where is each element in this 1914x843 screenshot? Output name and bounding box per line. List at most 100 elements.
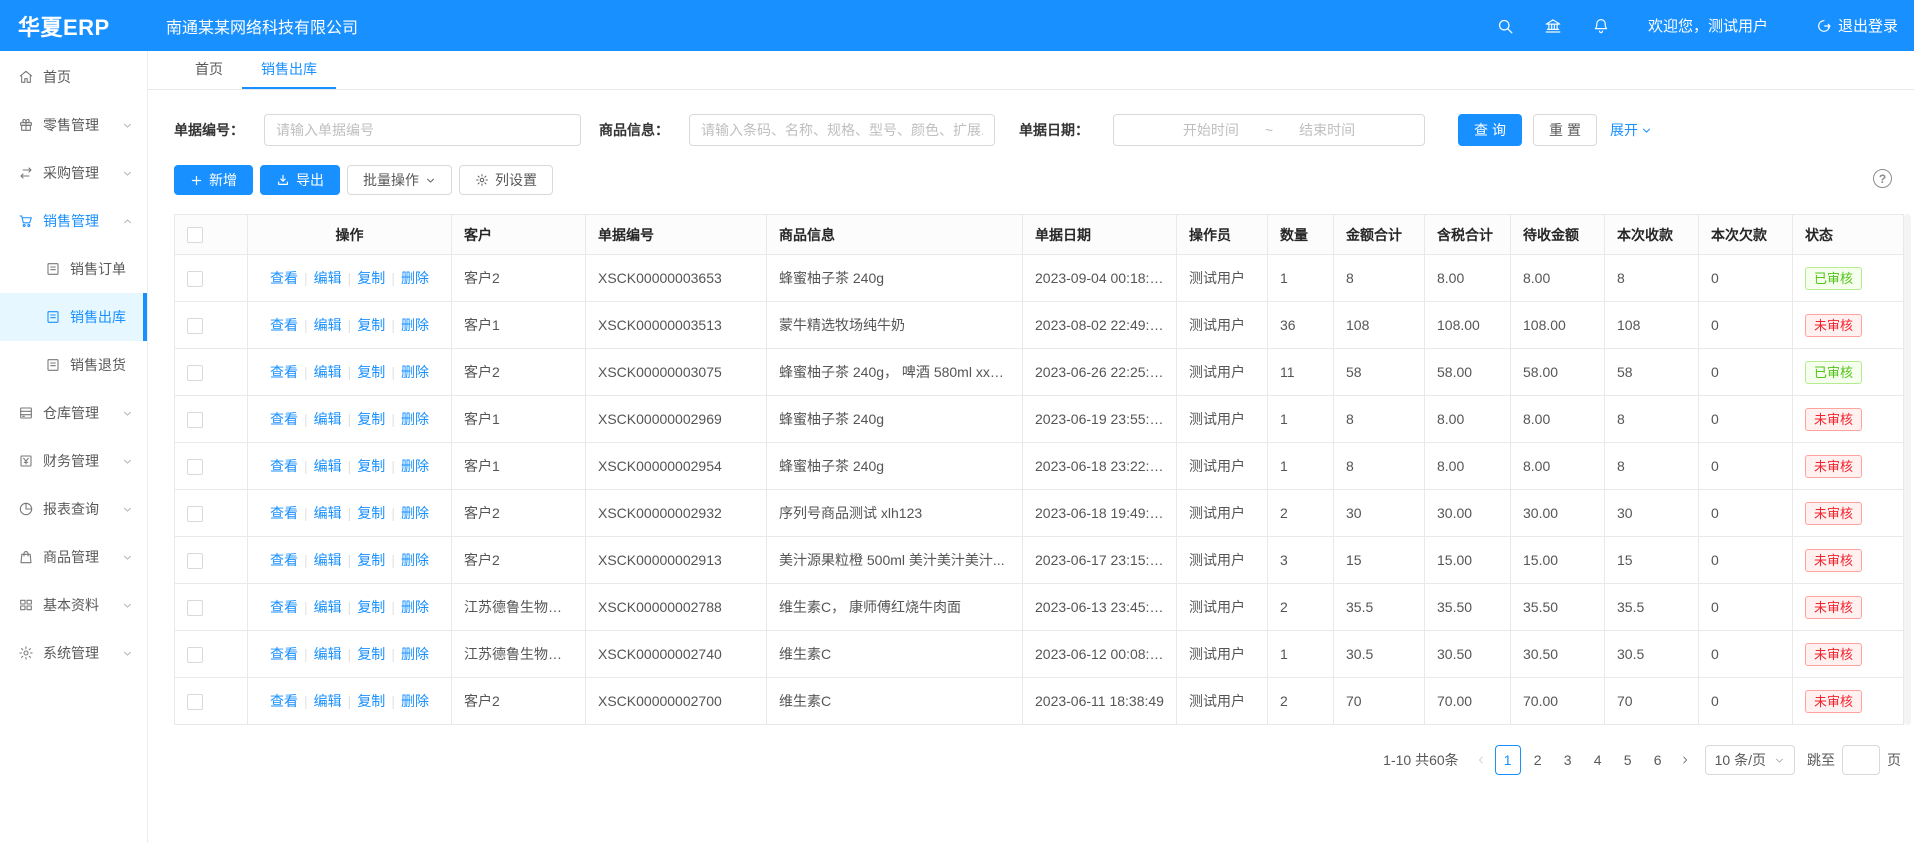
row-checkbox[interactable] [187, 271, 203, 287]
row-action-edit[interactable]: 编辑 [314, 458, 342, 474]
row-checkbox[interactable] [187, 647, 203, 663]
bill-no-input[interactable] [264, 114, 581, 146]
row-checkbox[interactable] [187, 506, 203, 522]
row-action-delete[interactable]: 删除 [401, 693, 429, 709]
row-action-edit[interactable]: 编辑 [314, 599, 342, 615]
row-action-view[interactable]: 查看 [270, 458, 298, 474]
expand-link[interactable]: 展开 [1610, 120, 1652, 140]
tab-0[interactable]: 首页 [176, 51, 242, 89]
sidebar-item-warehouse[interactable]: 仓库管理 [0, 389, 147, 437]
row-action-edit[interactable]: 编辑 [314, 505, 342, 521]
row-action-delete[interactable]: 删除 [401, 317, 429, 333]
sidebar-item-purchase[interactable]: 采购管理 [0, 149, 147, 197]
reset-button[interactable]: 重置 [1533, 114, 1597, 146]
search-icon[interactable] [1496, 17, 1514, 35]
date-separator: ~ [1265, 122, 1273, 138]
row-action-copy[interactable]: 复制 [357, 411, 385, 427]
vertical-scrollbar[interactable] [1904, 214, 1911, 725]
row-action-delete[interactable]: 删除 [401, 505, 429, 521]
cell-receivable: 30.50 [1511, 631, 1605, 678]
sidebar-item-sales[interactable]: 销售管理 [0, 197, 147, 245]
row-action-edit[interactable]: 编辑 [314, 411, 342, 427]
row-action-edit[interactable]: 编辑 [314, 552, 342, 568]
cell-operator: 测试用户 [1177, 678, 1268, 725]
row-action-copy[interactable]: 复制 [357, 505, 385, 521]
row-action-delete[interactable]: 删除 [401, 411, 429, 427]
sidebar-item-home[interactable]: 首页 [0, 53, 147, 101]
row-action-view[interactable]: 查看 [270, 317, 298, 333]
row-action-delete[interactable]: 删除 [401, 364, 429, 380]
next-page-button[interactable] [1673, 745, 1697, 775]
row-action-copy[interactable]: 复制 [357, 364, 385, 380]
row-action-copy[interactable]: 复制 [357, 646, 385, 662]
row-action-view[interactable]: 查看 [270, 646, 298, 662]
page-number-5[interactable]: 5 [1615, 745, 1641, 775]
row-checkbox[interactable] [187, 412, 203, 428]
row-checkbox[interactable] [187, 365, 203, 381]
row-action-edit[interactable]: 编辑 [314, 364, 342, 380]
row-action-copy[interactable]: 复制 [357, 458, 385, 474]
sidebar-item-retail[interactable]: 零售管理 [0, 101, 147, 149]
row-action-view[interactable]: 查看 [270, 693, 298, 709]
row-action-delete[interactable]: 删除 [401, 552, 429, 568]
row-action-delete[interactable]: 删除 [401, 599, 429, 615]
page-number-3[interactable]: 3 [1555, 745, 1581, 775]
row-action-view[interactable]: 查看 [270, 270, 298, 286]
sidebar-item-system[interactable]: 系统管理 [0, 629, 147, 677]
cell-operator: 测试用户 [1177, 490, 1268, 537]
row-action-edit[interactable]: 编辑 [314, 270, 342, 286]
batch-actions-button[interactable]: 批量操作 [347, 165, 452, 195]
select-all-checkbox[interactable] [187, 227, 203, 243]
row-checkbox-cell [175, 396, 248, 443]
column-settings-button[interactable]: 列设置 [459, 165, 553, 195]
bill-date-range-picker[interactable]: 开始时间 ~ 结束时间 [1113, 114, 1425, 146]
row-action-view[interactable]: 查看 [270, 364, 298, 380]
bell-icon[interactable] [1592, 17, 1610, 35]
row-action-edit[interactable]: 编辑 [314, 317, 342, 333]
sidebar-item-finance[interactable]: 财务管理 [0, 437, 147, 485]
row-action-copy[interactable]: 复制 [357, 693, 385, 709]
sidebar-item-product[interactable]: 商品管理 [0, 533, 147, 581]
row-action-copy[interactable]: 复制 [357, 317, 385, 333]
row-action-view[interactable]: 查看 [270, 411, 298, 427]
row-action-view[interactable]: 查看 [270, 552, 298, 568]
sidebar-item-sales-return[interactable]: 销售退货 [0, 341, 147, 389]
row-action-view[interactable]: 查看 [270, 505, 298, 521]
page-number-2[interactable]: 2 [1525, 745, 1551, 775]
sidebar-item-report[interactable]: 报表查询 [0, 485, 147, 533]
row-action-view[interactable]: 查看 [270, 599, 298, 615]
row-action-delete[interactable]: 删除 [401, 270, 429, 286]
row-checkbox[interactable] [187, 694, 203, 710]
row-checkbox[interactable] [187, 459, 203, 475]
prev-page-button[interactable] [1469, 745, 1493, 775]
sidebar-item-basic[interactable]: 基本资料 [0, 581, 147, 629]
platform-bank-icon[interactable] [1544, 17, 1562, 35]
cell-receivable: 35.50 [1511, 584, 1605, 631]
row-action-edit[interactable]: 编辑 [314, 646, 342, 662]
logout-button[interactable]: 退出登录 [1816, 15, 1898, 36]
jump-page-input[interactable] [1842, 745, 1880, 775]
row-action-delete[interactable]: 删除 [401, 458, 429, 474]
row-checkbox[interactable] [187, 318, 203, 334]
help-icon[interactable]: ? [1873, 169, 1892, 188]
main-panel: 首页销售出库 单据编号： 商品信息： 单据日期： 开始时间 ~ 结束时间 查询 … [148, 51, 1914, 843]
row-action-edit[interactable]: 编辑 [314, 693, 342, 709]
table-row: 查看|编辑|复制|删除客户2XSCK00000002700维生素C2023-06… [175, 678, 1904, 725]
row-checkbox[interactable] [187, 553, 203, 569]
search-button[interactable]: 查询 [1458, 114, 1522, 146]
sidebar-item-sales-out[interactable]: 销售出库 [0, 293, 147, 341]
export-button[interactable]: 导出 [260, 165, 340, 195]
add-button[interactable]: 新增 [174, 165, 253, 195]
page-size-select[interactable]: 10 条/页 [1705, 745, 1795, 775]
row-action-copy[interactable]: 复制 [357, 270, 385, 286]
sidebar-item-sales-order[interactable]: 销售订单 [0, 245, 147, 293]
row-action-copy[interactable]: 复制 [357, 552, 385, 568]
row-action-copy[interactable]: 复制 [357, 599, 385, 615]
tab-active1[interactable]: 销售出库 [242, 51, 336, 89]
page-number-6[interactable]: 6 [1645, 745, 1671, 775]
page-number-4[interactable]: 4 [1585, 745, 1611, 775]
row-action-delete[interactable]: 删除 [401, 646, 429, 662]
product-info-input[interactable] [689, 114, 995, 146]
row-checkbox[interactable] [187, 600, 203, 616]
page-number-1[interactable]: 1 [1495, 745, 1521, 775]
